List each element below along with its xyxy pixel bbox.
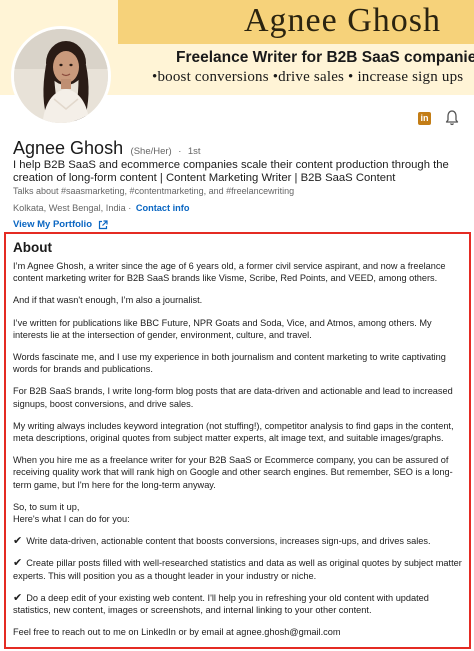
banner-tagline: Freelance Writer for B2B SaaS companies (176, 49, 474, 66)
location: Kolkata, West Bengal, India · (13, 203, 132, 213)
about-paragraph: And if that wasn't enough, I’m also a jo… (13, 295, 203, 306)
portfolio-link[interactable]: View My Portfolio (13, 219, 92, 230)
checkmark-icon: ✔ (13, 535, 23, 548)
about-bullet: ✔ Do a deep edit of your existing web con… (13, 592, 463, 616)
contact-info-link[interactable]: Contact info (136, 203, 190, 213)
about-paragraph: I’ve written for publications like BBC F… (13, 317, 432, 340)
connection-degree: 1st (187, 146, 201, 157)
bullet-text: Write data-driven, actionable content th… (26, 536, 431, 547)
profile-headline: I help B2B SaaS and ecommerce companies … (13, 159, 449, 184)
checkmark-icon: ✔ (13, 557, 23, 570)
avatar-photo (14, 29, 108, 123)
about-paragraph: So, to sum it up, (13, 501, 80, 512)
about-paragraph: I’m Agnee Ghosh, a writer since the age … (13, 261, 446, 284)
avatar[interactable] (11, 26, 111, 126)
location-row: Kolkata, West Bengal, India · Contact in… (13, 203, 189, 213)
about-paragraph: Words fascinate me, and I use my experie… (13, 352, 446, 375)
external-link-icon (98, 219, 108, 229)
talks-about: Talks about #saasmarketing, #contentmark… (13, 186, 295, 196)
about-bullet: ✔ Write data-driven, actionable content t… (13, 535, 463, 547)
banner-name: Agnee Ghosh (244, 2, 442, 39)
separator-dot: · (178, 146, 182, 157)
about-closing: Feel free to reach out to me on LinkedIn… (13, 627, 341, 638)
linkedin-icon[interactable]: in (418, 112, 431, 125)
bullet-text: Create pillar posts filled with well-res… (13, 558, 462, 581)
pronouns: (She/Her) (130, 146, 172, 157)
about-paragraph: Here's what I can do for you: (13, 514, 130, 525)
profile-name: Agnee Ghosh (13, 138, 124, 158)
bell-icon[interactable] (445, 110, 459, 126)
bullet-text: Do a deep edit of your existing web cont… (13, 592, 429, 616)
about-paragraph: When you hire me as a freelance writer f… (13, 455, 453, 490)
portfolio-row[interactable]: View My Portfolio (13, 219, 108, 230)
profile-name-row: Agnee Ghosh (She/Her) · 1st (13, 138, 201, 159)
banner-bullets: •boost conversions •drive sales • increa… (152, 69, 464, 85)
about-title: About (13, 240, 52, 255)
about-paragraph: My writing always includes keyword integ… (13, 420, 454, 444)
about-section: About I’m Agnee Ghosh, a writer since th… (4, 232, 471, 649)
about-bullet: ✔ Create pillar posts filled with well-re… (13, 557, 463, 581)
checkmark-icon: ✔ (13, 591, 23, 604)
about-paragraph: For B2B SaaS brands, I write long-form b… (13, 386, 453, 409)
